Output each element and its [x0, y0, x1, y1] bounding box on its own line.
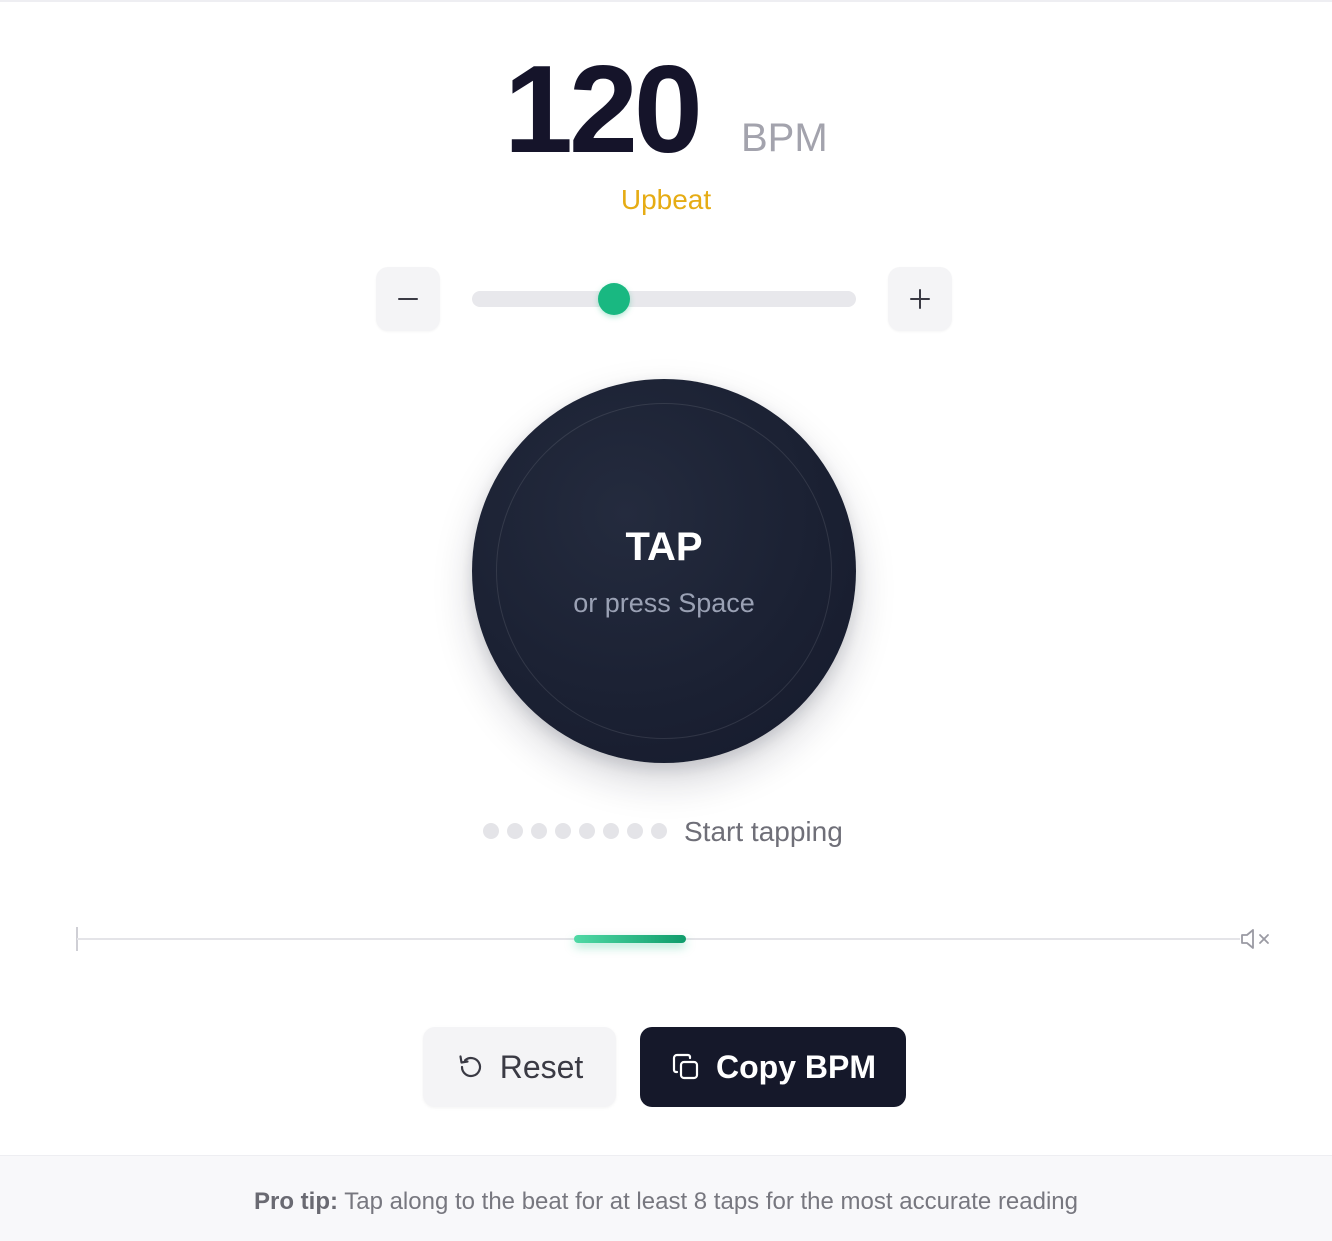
increase-bpm-button[interactable] — [888, 267, 952, 331]
reset-button[interactable]: Reset — [423, 1027, 616, 1107]
beat-pulse-indicator — [574, 935, 686, 943]
tap-hint: or press Space — [573, 588, 755, 618]
tap-title: TAP — [625, 525, 703, 569]
tap-dot — [627, 823, 643, 839]
footer-tip-bar: Pro tip: Tap along to the beat for at le… — [0, 1155, 1332, 1241]
mute-toggle-button[interactable] — [1238, 924, 1274, 954]
copy-bpm-label: Copy BPM — [716, 1049, 876, 1085]
tap-status: Start tapping — [684, 816, 843, 847]
tap-dot — [507, 823, 523, 839]
minus-icon — [398, 298, 418, 300]
plus-icon — [910, 289, 930, 309]
tap-dot — [483, 823, 499, 839]
bpm-slider[interactable] — [472, 283, 856, 315]
tempo-label: Upbeat — [620, 184, 712, 215]
top-divider — [0, 0, 1332, 2]
bpm-value: 120 — [504, 41, 703, 179]
tap-dot — [531, 823, 547, 839]
pro-tip: Pro tip: Tap along to the beat for at le… — [0, 1186, 1332, 1218]
copy-bpm-button[interactable]: Copy BPM — [640, 1027, 906, 1107]
bpm-unit: BPM — [741, 116, 828, 160]
tap-count-dots — [483, 823, 667, 839]
reset-icon — [459, 1055, 481, 1078]
pro-tip-text: Tap along to the beat for at least 8 tap… — [337, 1188, 1078, 1215]
tap-button-ring — [496, 403, 832, 739]
tap-button[interactable]: TAP or press Space — [472, 379, 856, 763]
decrease-bpm-button[interactable] — [376, 267, 440, 331]
speaker-muted-icon — [1241, 929, 1269, 949]
tap-dot — [651, 823, 667, 839]
tap-dot — [579, 823, 595, 839]
tap-dot — [603, 823, 619, 839]
pro-tip-label: Pro tip: — [253, 1188, 338, 1215]
bpm-display: 120 BPM — [0, 40, 1332, 180]
tap-dot — [555, 823, 571, 839]
copy-icon — [672, 1053, 699, 1080]
bpm-slider-thumb[interactable] — [598, 283, 631, 315]
reset-label: Reset — [499, 1049, 584, 1085]
